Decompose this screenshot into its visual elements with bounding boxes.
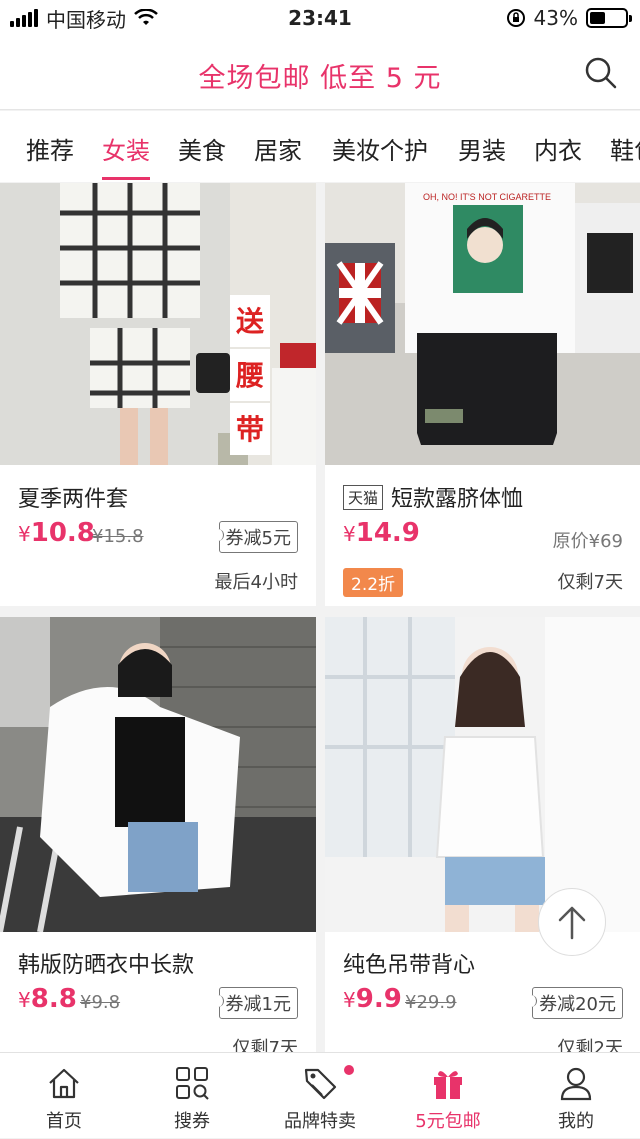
user-icon bbox=[560, 1067, 592, 1101]
original-price: ¥15.8 bbox=[92, 526, 144, 547]
coupon-badge[interactable]: 券减5元 bbox=[214, 521, 298, 553]
product-image bbox=[0, 617, 316, 932]
coupon-badge[interactable]: 券减1元 bbox=[214, 987, 298, 1019]
product-image bbox=[325, 617, 640, 932]
product-card[interactable]: 韩版防晒衣中长款 ¥8.8 ¥9.8 券减1元 仅剩7天 bbox=[0, 617, 316, 1057]
nav-label: 品牌特卖 bbox=[284, 1111, 356, 1132]
currency-symbol: ¥ bbox=[18, 522, 31, 546]
product-name: 纯色吊带背心 bbox=[343, 953, 476, 978]
back-to-top-button[interactable] bbox=[538, 888, 606, 956]
category-tabs: 推荐 女装 美食 居家 美妆个护 男装 内衣 鞋包 bbox=[0, 111, 640, 182]
original-price-note: 原价¥69 bbox=[552, 531, 623, 552]
tab-underwear[interactable]: 内衣 bbox=[534, 131, 582, 166]
currency-symbol: ¥ bbox=[18, 988, 31, 1012]
nav-label: 搜券 bbox=[174, 1111, 210, 1132]
search-icon[interactable] bbox=[584, 56, 618, 90]
original-price: ¥9.8 bbox=[80, 992, 121, 1013]
nav-search-coupon[interactable]: 搜券 bbox=[128, 1053, 256, 1139]
product-name: 天猫 短款露脐体恤 bbox=[343, 481, 523, 513]
product-price: ¥8.8 bbox=[18, 984, 77, 1014]
nav-label: 首页 bbox=[46, 1111, 82, 1132]
original-price: ¥29.9 bbox=[405, 992, 457, 1013]
price-value: 8.8 bbox=[30, 984, 77, 1014]
currency-symbol: ¥ bbox=[343, 522, 356, 546]
currency-symbol: ¥ bbox=[343, 988, 356, 1012]
tab-food[interactable]: 美食 bbox=[178, 131, 226, 166]
price-value: 10.8 bbox=[30, 518, 95, 548]
tag-icon bbox=[304, 1068, 337, 1100]
shirt-print-text: OH, NO! IT'S NOT CIGARETTE bbox=[423, 192, 551, 202]
promo-char-1: 送 bbox=[236, 305, 264, 338]
time-remaining: 最后4小时 bbox=[214, 572, 298, 593]
tmall-tag: 天猫 bbox=[343, 485, 384, 510]
tab-shoes-bags[interactable]: 鞋包 bbox=[610, 131, 640, 166]
price-value: 14.9 bbox=[355, 518, 420, 548]
product-card[interactable]: 纯色吊带背心 ¥9.9 ¥29.9 券减20元 仅剩2天 bbox=[325, 617, 640, 1057]
battery-percent: 43% bbox=[533, 6, 578, 30]
page-title: 全场包邮 低至 5 元 bbox=[198, 63, 442, 94]
status-bar: 中国移动 23:41 43% bbox=[0, 0, 640, 36]
product-price: ¥9.9 bbox=[343, 984, 402, 1014]
nav-label: 我的 bbox=[558, 1111, 594, 1132]
nav-five-yuan[interactable]: 5元包邮 bbox=[384, 1053, 512, 1139]
product-price: ¥14.9 bbox=[343, 518, 420, 548]
notification-dot bbox=[344, 1065, 354, 1075]
coupon-badge[interactable]: 券减20元 bbox=[528, 987, 623, 1019]
product-card[interactable]: 送 腰 带 夏季两件套 ¥10.8 ¥15.8 券减5元 最后4小时 bbox=[0, 183, 316, 606]
product-name: 夏季两件套 bbox=[18, 487, 129, 512]
arrow-up-icon bbox=[558, 906, 586, 940]
bottom-nav: 首页 搜券 品牌特卖 5元包邮 我的 bbox=[0, 1052, 640, 1138]
battery-icon bbox=[586, 8, 632, 28]
promo-char-3: 带 bbox=[236, 413, 264, 446]
product-image: 送 腰 带 bbox=[0, 183, 316, 465]
time-remaining: 仅剩7天 bbox=[557, 572, 623, 593]
tab-beauty[interactable]: 美妆个护 bbox=[332, 131, 428, 166]
gift-icon bbox=[434, 1071, 462, 1099]
nav-label: 5元包邮 bbox=[415, 1111, 481, 1132]
price-value: 9.9 bbox=[355, 984, 402, 1014]
rotation-lock-icon bbox=[506, 9, 525, 27]
product-image: OH, NO! IT'S NOT CIGARETTE bbox=[325, 183, 640, 465]
tab-home[interactable]: 居家 bbox=[254, 131, 302, 166]
nav-home[interactable]: 首页 bbox=[0, 1053, 128, 1139]
tab-womens[interactable]: 女装 bbox=[102, 131, 150, 180]
promo-char-2: 腰 bbox=[235, 359, 264, 392]
tab-recommend[interactable]: 推荐 bbox=[26, 131, 74, 166]
tab-mens[interactable]: 男装 bbox=[458, 131, 506, 166]
product-price: ¥10.8 bbox=[18, 518, 95, 548]
nav-profile[interactable]: 我的 bbox=[512, 1053, 640, 1139]
product-name: 韩版防晒衣中长款 bbox=[18, 953, 195, 978]
product-title: 短款露脐体恤 bbox=[391, 487, 524, 512]
header: 全场包邮 低至 5 元 bbox=[0, 36, 640, 110]
home-icon bbox=[49, 1068, 79, 1099]
grid-search-icon bbox=[176, 1067, 209, 1100]
nav-brand-sale[interactable]: 品牌特卖 bbox=[256, 1053, 384, 1139]
product-card[interactable]: OH, NO! IT'S NOT CIGARETTE 天猫 短款露脐体恤 ¥14.… bbox=[325, 183, 640, 606]
discount-badge: 2.2折 bbox=[343, 568, 404, 597]
